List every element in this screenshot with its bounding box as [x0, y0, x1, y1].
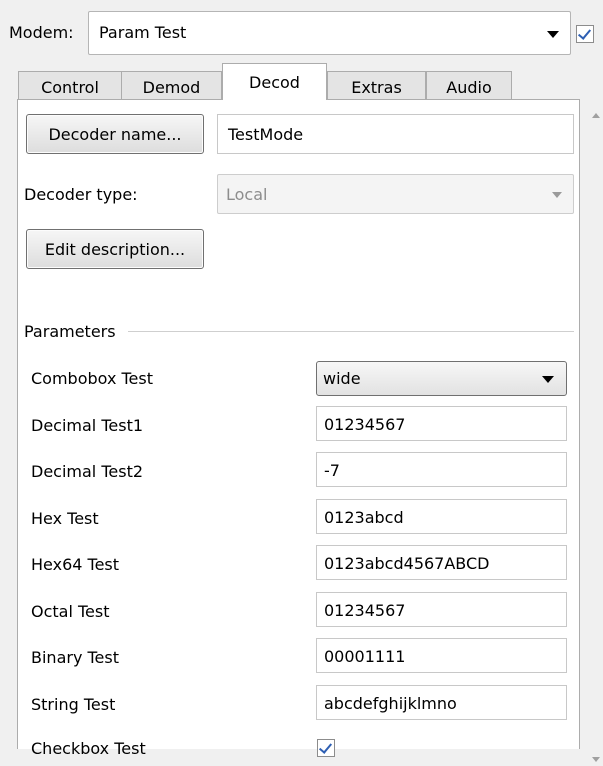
- edit-description-button[interactable]: Edit description...: [26, 229, 204, 269]
- decimal-test1-label: Decimal Test1: [31, 416, 144, 435]
- string-test-value: abcdefghijklmno: [324, 694, 457, 713]
- binary-test-label: Binary Test: [31, 648, 120, 667]
- combobox-test-value: wide: [323, 369, 361, 388]
- decoder-name-field[interactable]: TestMode: [217, 114, 574, 154]
- tab-decod[interactable]: Decod: [222, 63, 327, 100]
- tab-label: Demod: [142, 78, 201, 97]
- decoder-type-label: Decoder type:: [24, 185, 138, 204]
- tab-control[interactable]: Control: [18, 71, 122, 99]
- checkmark-icon: [577, 26, 592, 40]
- chevron-down-icon: [547, 31, 559, 38]
- tab-label: Audio: [446, 78, 492, 97]
- decimal-test2-value: -7: [324, 461, 340, 480]
- chevron-down-icon: [542, 376, 554, 383]
- hex64-test-label: Hex64 Test: [31, 555, 120, 574]
- decoder-name-value: TestMode: [228, 125, 304, 144]
- combobox-test-label: Combobox Test: [31, 369, 154, 388]
- octal-test-label: Octal Test: [31, 602, 110, 621]
- scroll-up-arrow-icon[interactable]: [592, 113, 600, 118]
- parameters-group-title: Parameters: [24, 322, 116, 341]
- tab-label: Control: [41, 78, 99, 97]
- tab-extras[interactable]: Extras: [327, 71, 426, 99]
- tab-label: Decod: [249, 73, 300, 92]
- octal-test-value: 01234567: [324, 601, 406, 620]
- modem-select-value: Param Test: [99, 23, 187, 42]
- hex-test-value: 0123abcd: [324, 508, 404, 527]
- string-test-label: String Test: [31, 695, 116, 714]
- decimal-test2-label: Decimal Test2: [31, 462, 144, 481]
- string-test-field[interactable]: abcdefghijklmno: [316, 685, 567, 720]
- checkbox-test-label: Checkbox Test: [31, 739, 146, 758]
- hex64-test-value: 0123abcd4567ABCD: [324, 554, 490, 573]
- tab-demod[interactable]: Demod: [121, 71, 222, 99]
- decimal-test2-field[interactable]: -7: [316, 452, 567, 487]
- chevron-down-icon: [552, 192, 562, 198]
- tab-label: Extras: [351, 78, 402, 97]
- binary-test-field[interactable]: 00001111: [316, 638, 567, 673]
- hex64-test-field[interactable]: 0123abcd4567ABCD: [316, 545, 567, 580]
- binary-test-value: 00001111: [324, 647, 406, 666]
- modem-label: Modem:: [9, 23, 74, 42]
- checkmark-icon: [318, 740, 333, 754]
- tab-audio[interactable]: Audio: [426, 71, 512, 99]
- octal-test-field[interactable]: 01234567: [316, 592, 567, 627]
- modem-select[interactable]: Param Test: [88, 11, 571, 55]
- hex-test-field[interactable]: 0123abcd: [316, 499, 567, 534]
- edit-description-button-label: Edit description...: [44, 240, 186, 259]
- checkbox-test-checkbox[interactable]: [317, 739, 335, 757]
- decimal-test1-field[interactable]: 01234567: [316, 406, 567, 441]
- modem-enable-checkbox[interactable]: [576, 25, 594, 43]
- decoder-type-select: Local: [217, 174, 574, 214]
- scroll-down-arrow-icon[interactable]: [592, 757, 600, 762]
- group-divider: [128, 331, 574, 332]
- hex-test-label: Hex Test: [31, 509, 99, 528]
- decimal-test1-value: 01234567: [324, 415, 406, 434]
- combobox-test-select[interactable]: wide: [316, 361, 567, 396]
- decoder-name-button[interactable]: Decoder name...: [26, 114, 204, 154]
- decoder-type-value: Local: [226, 185, 268, 204]
- decoder-name-button-label: Decoder name...: [48, 125, 182, 144]
